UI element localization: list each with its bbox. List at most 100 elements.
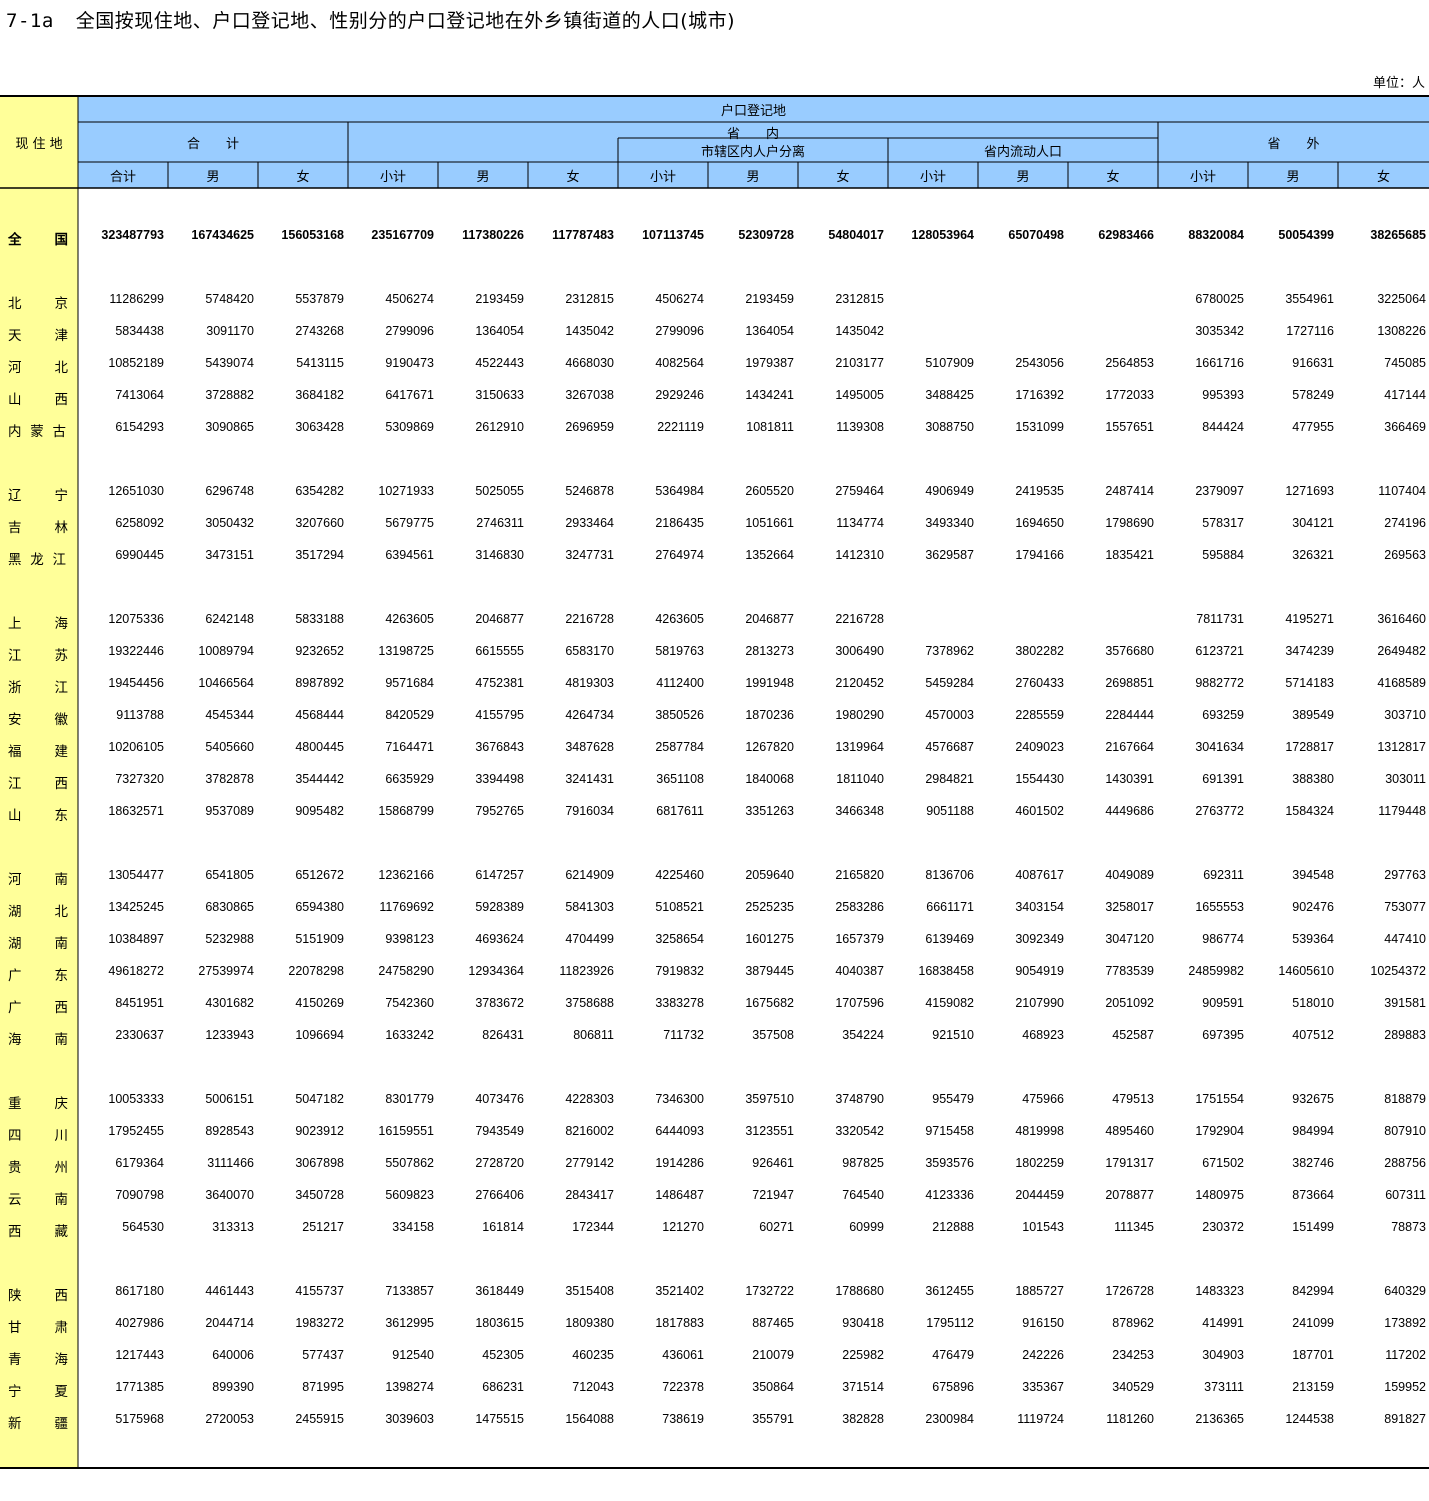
table-cell: 3728882 [205, 388, 254, 402]
table-cell: 1655553 [1195, 900, 1244, 914]
table-cell: 65070498 [1008, 228, 1064, 242]
table-cell: 117380226 [462, 228, 524, 242]
table-cell: 6830865 [205, 900, 254, 914]
table-cell: 7542360 [385, 996, 434, 1010]
table-cell: 18632571 [108, 804, 164, 818]
table-cell: 1657379 [835, 932, 884, 946]
column-header: 小计 [379, 169, 406, 185]
table-cell: 1139308 [836, 420, 884, 434]
table-cell: 417144 [1384, 388, 1426, 402]
table-cell: 3593576 [925, 1156, 974, 1170]
row-label: 云南 [8, 1192, 68, 1208]
table-cell: 1914286 [655, 1156, 704, 1170]
table-cell: 7919832 [655, 964, 704, 978]
table-cell: 692311 [1203, 868, 1244, 882]
table-cell: 3091170 [206, 324, 254, 338]
page-title: 7-1a 全国按现住地、户口登记地、性别分的户口登记地在外乡镇街道的人口(城市) [6, 6, 735, 33]
table-cell: 1727116 [1286, 324, 1334, 338]
table-cell: 394548 [1292, 868, 1334, 882]
table-cell: 1271693 [1285, 484, 1334, 498]
table-cell: 9190473 [385, 356, 434, 370]
row-label: 河南 [8, 872, 68, 888]
table-cell: 24758290 [378, 964, 434, 978]
column-header: 小计 [1189, 169, 1216, 185]
table-cell: 5364984 [655, 484, 704, 498]
table-cell: 8928543 [205, 1124, 254, 1138]
row-label: 浙江 [8, 680, 68, 696]
table-cell: 3493340 [925, 516, 974, 530]
table-cell: 477955 [1292, 420, 1334, 434]
table-cell: 2136365 [1195, 1412, 1244, 1426]
table-cell: 1809380 [565, 1316, 614, 1330]
table-cell: 4264734 [565, 708, 614, 722]
table-cell: 475966 [1022, 1092, 1064, 1106]
table-cell: 871995 [302, 1380, 344, 1394]
table-cell: 6354282 [295, 484, 344, 498]
table-cell: 4082564 [655, 356, 704, 370]
table-cell: 350864 [752, 1380, 794, 1394]
table-cell: 3067898 [295, 1156, 344, 1170]
table-cell: 3651108 [656, 772, 704, 786]
table-cell: 1794166 [1015, 548, 1064, 562]
row-label: 山东 [8, 808, 68, 824]
table-cell: 4449686 [1105, 804, 1154, 818]
table-cell: 4601502 [1015, 804, 1064, 818]
table-cell: 4123336 [925, 1188, 974, 1202]
table-cell: 844424 [1202, 420, 1244, 434]
table-cell: 1751554 [1195, 1092, 1244, 1106]
table-cell: 156053168 [281, 228, 344, 242]
table-cell: 17952455 [108, 1124, 164, 1138]
table-cell: 3035342 [1195, 324, 1244, 338]
table-cell: 1107404 [1378, 484, 1426, 498]
table-cell: 13054477 [108, 868, 164, 882]
column-header: 女 [296, 169, 310, 185]
row-label: 陕西 [8, 1288, 68, 1304]
table-cell: 366469 [1384, 420, 1426, 434]
table-cell: 3403154 [1015, 900, 1064, 914]
table-cell: 1791317 [1105, 1156, 1154, 1170]
table-cell: 12934364 [468, 964, 524, 978]
table-cell: 564530 [122, 1220, 164, 1234]
table-cell: 1557651 [1105, 420, 1154, 434]
row-label: 内蒙古 [8, 424, 66, 440]
table-cell: 19322446 [108, 644, 164, 658]
table-cell: 5819763 [655, 644, 704, 658]
table-cell: 391581 [1384, 996, 1426, 1010]
column-header: 男 [476, 169, 490, 185]
table-cell: 686231 [482, 1380, 524, 1394]
table-cell: 2766406 [475, 1188, 524, 1202]
table-cell: 388380 [1292, 772, 1334, 786]
table-cell: 5107909 [925, 356, 974, 370]
table-cell: 304903 [1202, 1348, 1244, 1362]
table-cell: 19454456 [108, 676, 164, 690]
table-cell: 2059640 [745, 868, 794, 882]
table-cell: 9051188 [926, 804, 974, 818]
table-cell: 60271 [759, 1220, 794, 1234]
table-cell: 7952765 [475, 804, 524, 818]
row-label: 黑龙江 [8, 552, 66, 568]
table-cell: 357508 [752, 1028, 794, 1042]
table-cell: 721947 [752, 1188, 794, 1202]
table-cell: 436061 [662, 1348, 704, 1362]
table-cell: 9398123 [385, 932, 434, 946]
table-cell: 1308226 [1377, 324, 1426, 338]
table-cell: 8420529 [385, 708, 434, 722]
row-label: 江西 [8, 776, 68, 792]
table-cell: 4819303 [565, 676, 614, 690]
table-cell: 1840068 [745, 772, 794, 786]
table-cell: 5232988 [205, 932, 254, 946]
table-cell: 52309728 [738, 228, 794, 242]
table-cell: 2455915 [295, 1412, 344, 1426]
table-cell: 3450728 [295, 1188, 344, 1202]
table-cell: 117787483 [552, 228, 614, 242]
table-cell: 2167664 [1105, 740, 1154, 754]
table-cell: 3006490 [835, 644, 884, 658]
table-cell: 117202 [1385, 1348, 1426, 1362]
table-cell: 5928389 [475, 900, 524, 914]
table-cell: 235167709 [371, 228, 434, 242]
table-cell: 1312817 [1377, 740, 1426, 754]
row-label: 上海 [8, 616, 68, 632]
table-cell: 7413064 [115, 388, 164, 402]
table-cell: 187701 [1292, 1348, 1334, 1362]
table-cell: 3247731 [565, 548, 614, 562]
